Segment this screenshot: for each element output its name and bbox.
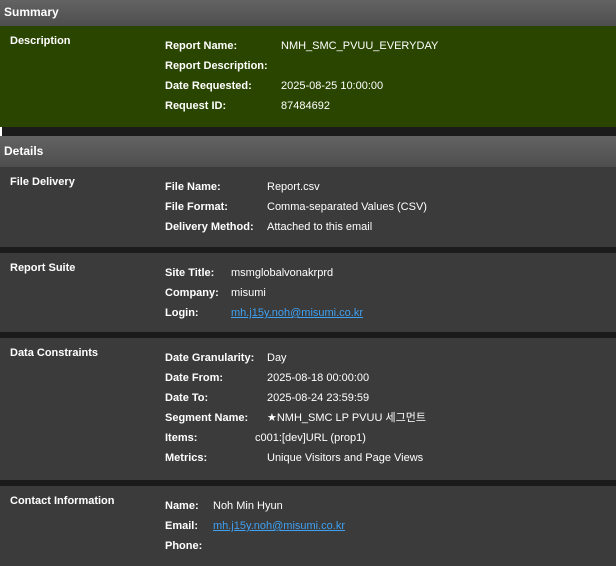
metrics-row: Metrics: Unique Visitors and Page Views xyxy=(165,448,616,468)
date-to-value: 2025-08-24 23:59:59 xyxy=(267,392,370,404)
segment-name-value: ★NMH_SMC LP PVUU 세그먼트 xyxy=(267,412,426,424)
file-format-label: File Format: xyxy=(165,201,228,213)
report-suite-label: Report Suite xyxy=(10,262,76,274)
date-from-row: Date From: 2025-08-18 00:00:00 xyxy=(165,368,616,388)
contact-email-row: Email: mh.j15y.noh@misumi.co.kr xyxy=(165,516,616,536)
summary-description-section: Description Report Name: NMH_SMC_PVUU_EV… xyxy=(0,26,616,127)
description-label: Description xyxy=(10,35,71,47)
contact-name-value: Noh Min Hyun xyxy=(213,500,283,512)
data-constraints-section: Data Constraints Date Granularity: Day D… xyxy=(0,338,616,480)
date-granularity-value: Day xyxy=(267,352,287,364)
summary-rows: Report Name: NMH_SMC_PVUU_EVERYDAY Repor… xyxy=(165,26,616,127)
date-to-row: Date To: 2025-08-24 23:59:59 xyxy=(165,388,616,408)
details-header: Details xyxy=(0,136,616,167)
date-from-label: Date From: xyxy=(165,372,224,384)
delivery-method-value: Attached to this email xyxy=(267,221,373,233)
items-label: Items: xyxy=(165,432,198,444)
items-value: c001:[dev]URL (prop1) xyxy=(255,432,366,444)
file-name-row: File Name: Report.csv xyxy=(165,177,616,197)
segment-name-label: Segment Name: xyxy=(165,412,249,424)
request-id-label: Request ID: xyxy=(165,100,227,112)
file-delivery-section: File Delivery File Name: Report.csv File… xyxy=(0,167,616,247)
report-name-row: Report Name: NMH_SMC_PVUU_EVERYDAY xyxy=(165,36,616,56)
file-delivery-rows: File Name: Report.csv File Format: Comma… xyxy=(165,167,616,247)
contact-email-label: Email: xyxy=(165,520,199,532)
contact-information-label: Contact Information xyxy=(10,495,115,507)
contact-information-section: Contact Information Name: Noh Min Hyun E… xyxy=(0,486,616,566)
delivery-method-label: Delivery Method: xyxy=(165,221,254,233)
metrics-value: Unique Visitors and Page Views xyxy=(267,452,424,464)
site-title-label: Site Title: xyxy=(165,267,215,279)
contact-phone-row: Phone: xyxy=(165,536,616,556)
file-name-label: File Name: xyxy=(165,181,221,193)
date-granularity-label: Date Granularity: xyxy=(165,352,255,364)
date-requested-value: 2025-08-25 10:00:00 xyxy=(281,80,384,92)
file-delivery-label: File Delivery xyxy=(10,176,75,188)
date-granularity-row: Date Granularity: Day xyxy=(165,348,616,368)
file-format-row: File Format: Comma-separated Values (CSV… xyxy=(165,197,616,217)
site-title-row: Site Title: msmglobalvonakrprd xyxy=(165,263,616,283)
login-label: Login: xyxy=(165,307,199,319)
contact-phone-label: Phone: xyxy=(165,540,203,552)
request-id-row: Request ID: 87484692 xyxy=(165,96,616,116)
file-name-value: Report.csv xyxy=(267,181,320,193)
login-email-link[interactable]: mh.j15y.noh@misumi.co.kr xyxy=(231,303,363,323)
file-format-value: Comma-separated Values (CSV) xyxy=(267,201,427,213)
login-row: Login: mh.j15y.noh@misumi.co.kr xyxy=(165,303,616,323)
date-to-label: Date To: xyxy=(165,392,209,404)
company-label: Company: xyxy=(165,287,219,299)
contact-email-link[interactable]: mh.j15y.noh@misumi.co.kr xyxy=(213,516,345,536)
date-requested-row: Date Requested: 2025-08-25 10:00:00 xyxy=(165,76,616,96)
metrics-label: Metrics: xyxy=(165,452,208,464)
report-suite-rows: Site Title: msmglobalvonakrprd Company: … xyxy=(165,253,616,332)
data-constraints-label: Data Constraints xyxy=(10,347,99,359)
summary-header: Summary xyxy=(0,0,616,26)
segment-name-row: Segment Name: ★NMH_SMC LP PVUU 세그먼트 xyxy=(165,408,616,428)
data-constraints-rows: Date Granularity: Day Date From: 2025-08… xyxy=(165,338,616,480)
report-suite-section: Report Suite Site Title: msmglobalvonakr… xyxy=(0,253,616,332)
contact-information-rows: Name: Noh Min Hyun Email: mh.j15y.noh@mi… xyxy=(165,486,616,566)
report-description-label: Report Description: xyxy=(165,60,268,72)
company-value: misumi xyxy=(231,287,266,299)
company-row: Company: misumi xyxy=(165,283,616,303)
site-title-value: msmglobalvonakrprd xyxy=(231,267,334,279)
report-description-row: Report Description: xyxy=(165,56,616,76)
contact-name-label: Name: xyxy=(165,500,199,512)
contact-name-row: Name: Noh Min Hyun xyxy=(165,496,616,516)
date-requested-label: Date Requested: xyxy=(165,80,252,92)
report-name-label: Report Name: xyxy=(165,40,238,52)
request-id-value: 87484692 xyxy=(281,100,330,112)
report-name-value: NMH_SMC_PVUU_EVERYDAY xyxy=(281,40,439,52)
items-row: Items: c001:[dev]URL (prop1) xyxy=(165,428,616,448)
delivery-method-row: Delivery Method: Attached to this email xyxy=(165,217,616,237)
date-from-value: 2025-08-18 00:00:00 xyxy=(267,372,370,384)
section-divider xyxy=(0,127,616,136)
